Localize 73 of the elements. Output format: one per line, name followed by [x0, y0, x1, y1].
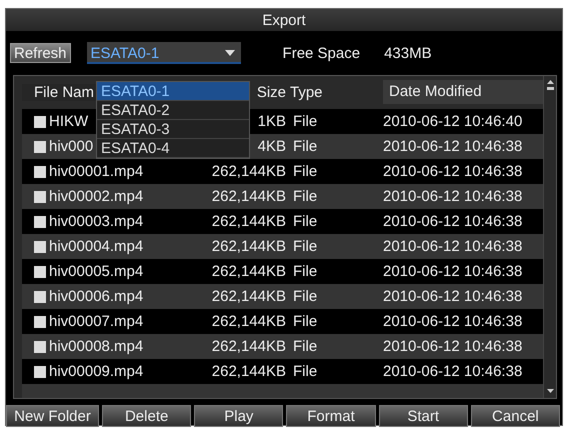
file-icon [34, 316, 46, 328]
free-space-value: 433MB [384, 44, 432, 62]
refresh-button[interactable]: Refresh [10, 43, 71, 63]
file-icon [34, 340, 46, 352]
file-size: 262,144KB [212, 288, 286, 305]
file-name: hiv00003.mp4 [49, 213, 144, 230]
file-icon [34, 240, 46, 252]
date-modified: 2010-06-12 10:46:38 [383, 363, 522, 380]
file-name: hiv00005.mp4 [49, 263, 144, 280]
window-title: Export [262, 12, 306, 28]
file-size: 262,144KB [212, 238, 286, 255]
date-modified: 2010-06-12 10:46:40 [383, 113, 522, 130]
file-size: 262,144KB [212, 263, 286, 280]
file-name: hiv00004.mp4 [49, 238, 144, 255]
file-icon [34, 366, 46, 378]
column-header[interactable]: Type [290, 84, 383, 100]
action-button[interactable]: Start [378, 405, 468, 427]
file-type: File [293, 138, 318, 155]
dropdown-option[interactable]: ESATA0-4 [97, 139, 249, 158]
action-button[interactable]: Play [194, 405, 284, 427]
file-size: 1KB [258, 113, 286, 130]
file-size: 262,144KB [212, 363, 286, 380]
file-name: hiv00001.mp4 [49, 163, 144, 180]
file-type: File [293, 188, 318, 205]
file-type: File [293, 338, 318, 355]
action-button[interactable]: Cancel [470, 405, 560, 427]
file-size: 262,144KB [212, 313, 286, 330]
date-modified: 2010-06-12 10:46:38 [383, 263, 522, 280]
file-type: File [293, 213, 318, 230]
file-type: File [293, 288, 318, 305]
date-modified: 2010-06-12 10:46:38 [383, 163, 522, 180]
action-button[interactable]: Delete [102, 405, 192, 427]
file-name: hiv00009.mp4 [49, 363, 144, 380]
file-icon [34, 290, 46, 302]
file-type: File [293, 163, 318, 180]
file-type: File [293, 363, 318, 380]
action-button[interactable]: Format [286, 405, 376, 427]
file-size: 262,144KB [212, 338, 286, 355]
file-icon [34, 166, 46, 178]
date-modified: 2010-06-12 10:46:38 [383, 238, 522, 255]
file-size: 262,144KB [212, 188, 286, 205]
free-space-label: Free Space [282, 44, 360, 62]
dropdown-option[interactable]: ESATA0-2 [97, 101, 249, 120]
date-modified: 2010-06-12 10:46:38 [383, 138, 522, 155]
date-modified: 2010-06-12 10:46:38 [383, 288, 522, 305]
file-icon [34, 140, 46, 152]
file-name: hiv00008.mp4 [49, 338, 144, 355]
dropdown-option[interactable]: ESATA0-1 [97, 82, 249, 101]
date-modified: 2010-06-12 10:46:38 [383, 313, 522, 330]
file-name: hiv00007.mp4 [49, 313, 144, 330]
file-size: 262,144KB [212, 163, 286, 180]
date-modified: 2010-06-12 10:46:38 [383, 188, 522, 205]
file-icon [34, 216, 46, 228]
file-name: hiv000 [49, 138, 94, 155]
file-type: File [293, 238, 318, 255]
action-button[interactable]: New Folder [6, 405, 100, 427]
file-name: HIKW [49, 113, 88, 130]
caret-icon [224, 50, 235, 56]
file-name: hiv00006.mp4 [49, 288, 144, 305]
file-size: 4KB [258, 138, 286, 155]
file-size: 262,144KB [212, 213, 286, 230]
dropdown-option[interactable]: ESATA0-3 [97, 120, 249, 139]
file-icon [34, 190, 46, 202]
scroll-up-icon[interactable] [546, 79, 554, 91]
file-icon [34, 116, 46, 128]
date-modified: 2010-06-12 10:46:38 [383, 338, 522, 355]
file-type: File [293, 113, 318, 130]
date-modified: 2010-06-12 10:46:38 [383, 213, 522, 230]
file-type: File [293, 263, 318, 280]
file-icon [34, 266, 46, 278]
file-type: File [293, 313, 318, 330]
device-dropdown[interactable]: ESATA0-1 [86, 42, 241, 64]
file-name: hiv00002.mp4 [49, 188, 144, 205]
